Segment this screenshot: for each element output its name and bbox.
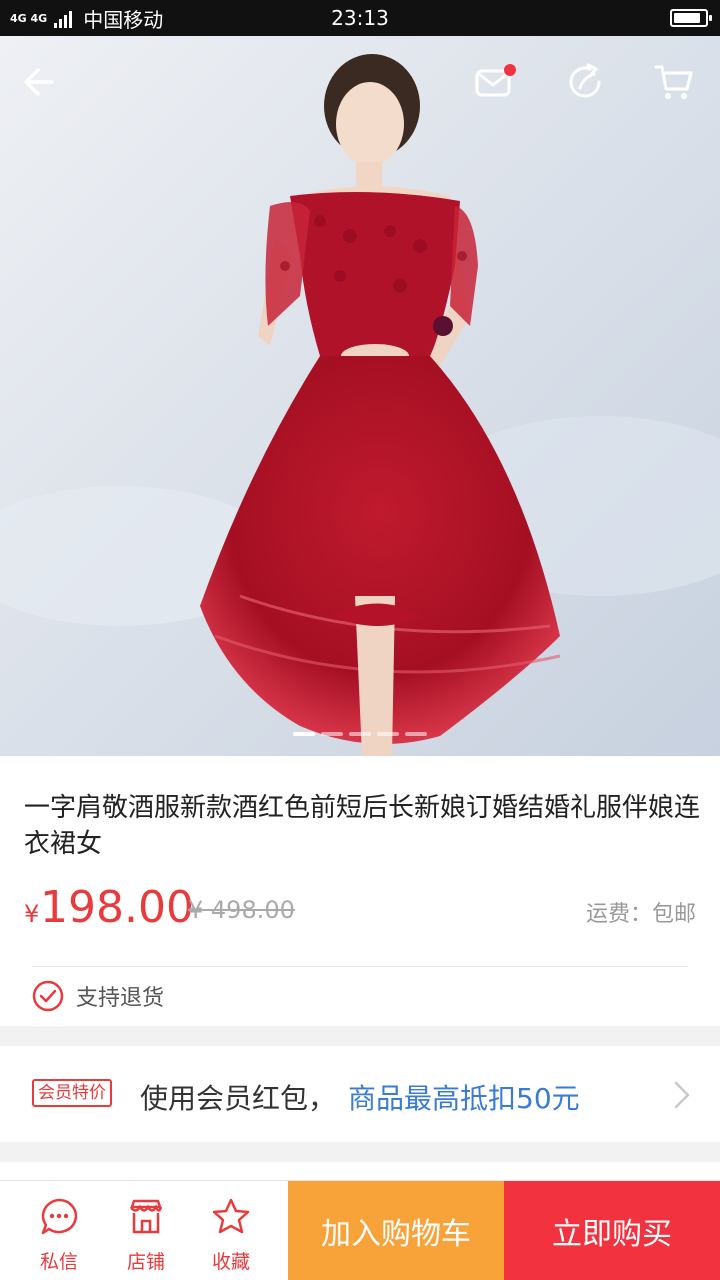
bottom-action-bar: 私信 店铺 收藏 加入购物车 立即购买 <box>0 1180 720 1280</box>
current-price: 198.00 <box>40 882 194 933</box>
member-promotion[interactable]: 会员特价 使用会员红包， 商品最高抵扣50元 <box>0 1046 720 1142</box>
message-tab[interactable]: 私信 <box>15 1181 103 1280</box>
store-label: 店铺 <box>126 1251 165 1273</box>
status-bar: 4G 4G 中国移动 23:13 <box>0 0 720 36</box>
message-label: 私信 <box>39 1251 78 1273</box>
price-row: ¥ 198.00 ¥ 498.00 运费：包邮 <box>24 882 696 938</box>
store-icon <box>129 1199 163 1234</box>
member-discount: 商品最高抵扣50元 <box>348 1082 580 1115</box>
product-photo <box>0 36 720 756</box>
carousel-indicator <box>0 732 720 736</box>
chevron-right-icon <box>674 1081 690 1109</box>
returns-label: 支持退货 <box>76 986 165 1011</box>
returns-info: 支持退货 <box>32 980 164 1012</box>
chat-icon <box>41 1198 78 1235</box>
store-tab[interactable]: 店铺 <box>102 1181 190 1280</box>
carousel-dot <box>321 732 343 736</box>
mail-icon <box>475 64 516 97</box>
next-section-edge <box>0 1162 720 1180</box>
product-info: 一字肩敬酒服新款酒红色前短后长新娘订婚结婚礼服伴娘连衣裙女 ¥ 198.00 ¥… <box>0 756 720 1026</box>
battery-icon <box>670 9 712 27</box>
message-button[interactable] <box>470 58 518 106</box>
favorite-tab[interactable]: 收藏 <box>187 1181 275 1280</box>
shipping-info: 运费：包邮 <box>585 902 696 927</box>
check-circle-icon <box>32 980 64 1012</box>
member-badge: 会员特价 <box>32 1079 112 1107</box>
product-image-carousel[interactable] <box>0 36 720 756</box>
carousel-dot <box>349 732 371 736</box>
carousel-dot <box>405 732 427 736</box>
add-to-cart-button[interactable]: 加入购物车 <box>288 1181 504 1280</box>
carousel-dot <box>377 732 399 736</box>
star-icon <box>212 1198 250 1234</box>
cart-icon <box>654 65 693 99</box>
original-price: ¥ 498.00 <box>188 896 295 924</box>
favorite-label: 收藏 <box>211 1251 250 1273</box>
buy-now-button[interactable]: 立即购买 <box>504 1181 720 1280</box>
back-arrow-icon <box>24 68 54 96</box>
share-button[interactable] <box>562 58 610 106</box>
currency-symbol: ¥ <box>24 900 40 928</box>
product-title: 一字肩敬酒服新款酒红色前短后长新娘订婚结婚礼服伴娘连衣裙女 <box>24 793 701 859</box>
member-text: 使用会员红包， <box>140 1082 337 1115</box>
carousel-dot <box>293 732 315 736</box>
clock: 23:13 <box>331 6 389 30</box>
cart-button[interactable] <box>650 58 698 106</box>
share-icon <box>569 63 601 98</box>
divider <box>32 966 688 967</box>
back-button[interactable] <box>16 58 64 106</box>
